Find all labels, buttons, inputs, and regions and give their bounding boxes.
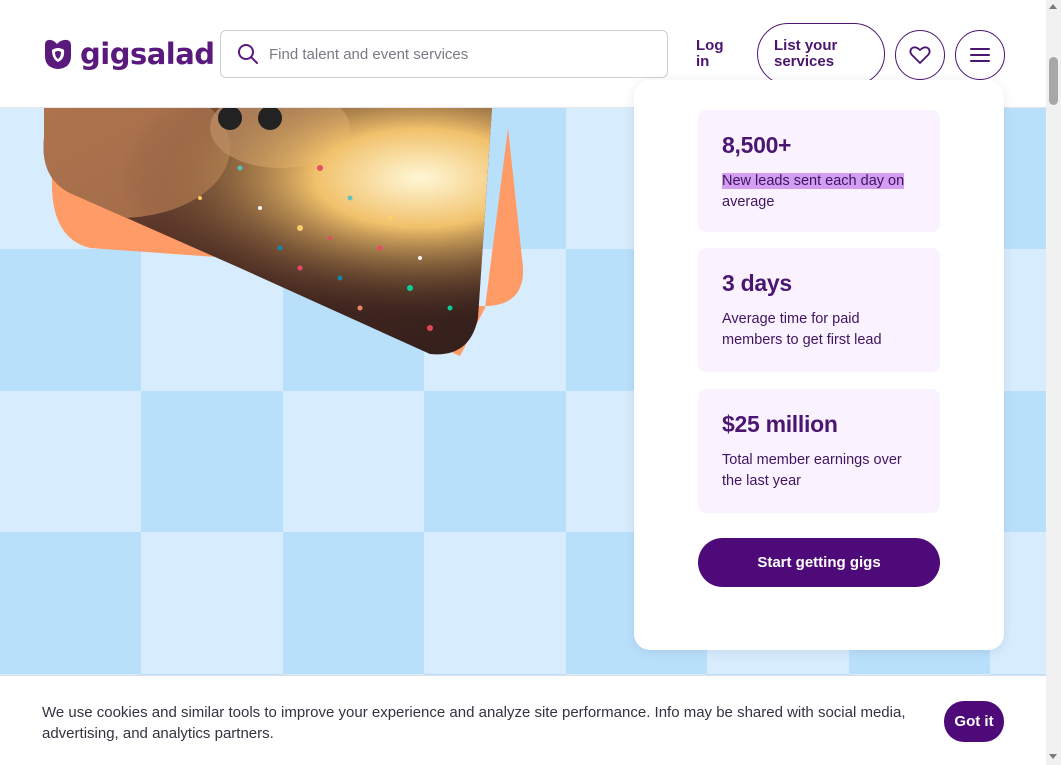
search-icon (238, 44, 258, 64)
favorites-button[interactable] (895, 30, 945, 80)
search-input[interactable] (269, 45, 649, 63)
scroll-down-arrow-icon[interactable] (1049, 754, 1057, 759)
stat-description-rest: average (722, 194, 775, 210)
highlighted-text: New leads sent each day on (722, 173, 905, 189)
menu-button[interactable] (955, 30, 1005, 80)
stat-leads: 8,500+ New leads sent each day on averag… (698, 110, 940, 232)
stat-description: New leads sent each day on average (722, 171, 916, 213)
cookie-text: We use cookies and similar tools to impr… (42, 704, 906, 742)
stat-description: Total member earnings over the last year (722, 452, 902, 489)
cookie-banner: We use cookies and similar tools to impr… (0, 675, 1046, 765)
hamburger-menu-icon (970, 48, 990, 62)
start-getting-gigs-button[interactable]: Start getting gigs (698, 538, 940, 587)
stat-value: $25 million (722, 411, 838, 437)
stats-card: 8,500+ New leads sent each day on averag… (634, 80, 1004, 650)
scrollbar-thumb[interactable] (1049, 57, 1058, 105)
gigsalad-logo-icon (45, 39, 71, 69)
search-box[interactable] (220, 30, 668, 78)
gigsalad-logo[interactable]: gigsalad (42, 37, 215, 71)
login-link[interactable]: Log in (696, 38, 736, 70)
list-your-services-button[interactable]: List your services (757, 23, 885, 85)
page-scrollbar[interactable] (1046, 0, 1061, 765)
logo-text: gigsalad (80, 36, 215, 71)
stat-value: 8,500+ (722, 132, 792, 158)
stat-earnings: $25 million Total member earnings over t… (698, 389, 940, 513)
hero-photo (43, 108, 524, 356)
stat-description: Average time for paid members to get fir… (722, 311, 882, 348)
stat-first-lead: 3 days Average time for paid members to … (698, 248, 940, 372)
got-it-button[interactable]: Got it (944, 701, 1004, 742)
stat-value: 3 days (722, 270, 792, 296)
heart-icon (909, 46, 931, 64)
scroll-up-arrow-icon[interactable] (1049, 4, 1057, 9)
